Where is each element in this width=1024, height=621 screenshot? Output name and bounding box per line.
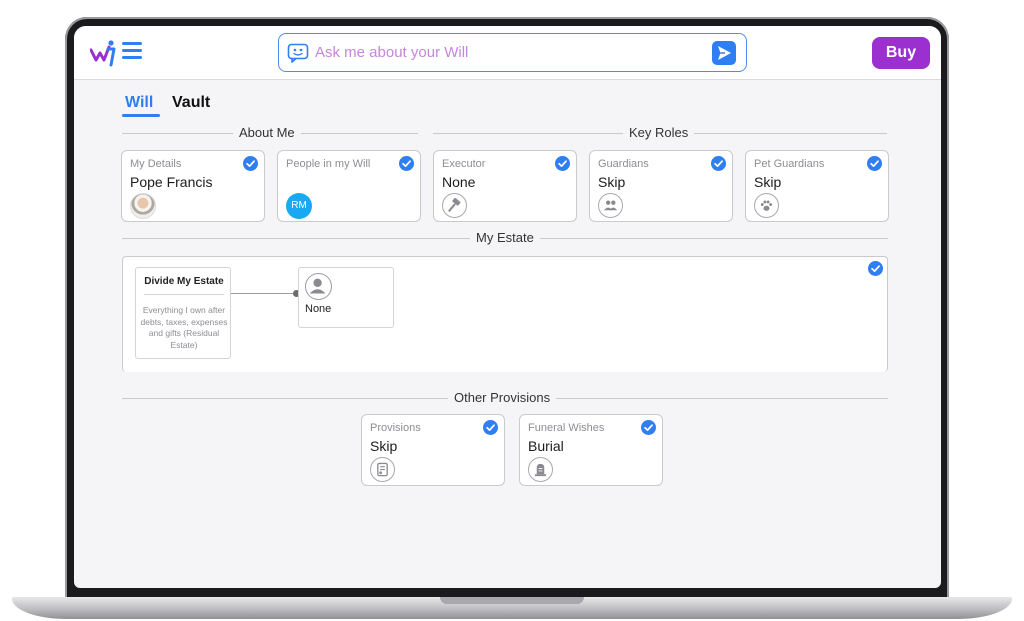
profile-photo-avatar (130, 193, 156, 219)
beneficiary-name: None (305, 303, 332, 315)
check-circle-icon (641, 420, 656, 435)
buy-button[interactable]: Buy (872, 37, 930, 69)
tombstone-icon (528, 457, 553, 482)
card-my-details[interactable]: My Details Pope Francis (121, 150, 265, 222)
card-value: Skip (754, 174, 782, 190)
chat-input[interactable] (315, 41, 705, 63)
tab-will[interactable]: Will (125, 94, 153, 112)
section-my-estate-label: My Estate (470, 230, 540, 245)
chatbot-icon (287, 43, 309, 63)
divide-estate-description: Everything I own after debts, taxes, exp… (140, 305, 228, 350)
top-bar: Buy (74, 26, 941, 80)
paw-icon (754, 193, 779, 218)
beneficiary-node[interactable]: None (298, 267, 394, 328)
section-key-roles-label: Key Roles (623, 125, 695, 140)
ai-chat-search (278, 33, 747, 72)
section-key-roles: Key Roles (433, 125, 887, 141)
check-circle-icon (483, 420, 498, 435)
card-title: Pet Guardians (754, 158, 825, 170)
person-initials-avatar: RM (286, 193, 312, 219)
card-guardians[interactable]: Guardians Skip (589, 150, 733, 222)
gavel-icon (442, 193, 467, 218)
card-pet-guardians[interactable]: Pet Guardians Skip (745, 150, 889, 222)
card-funeral-wishes[interactable]: Funeral Wishes Burial (519, 414, 663, 486)
card-title: My Details (130, 158, 182, 170)
card-title: Provisions (370, 422, 421, 434)
section-about-me-label: About Me (233, 125, 301, 140)
send-button[interactable] (712, 41, 736, 65)
divide-estate-title: Divide My Estate (144, 276, 224, 287)
laptop-mockup: Buy Will Vault About Me Key Roles My Det… (0, 0, 1024, 621)
divider (144, 294, 224, 295)
card-value: Burial (528, 438, 564, 454)
check-circle-icon (868, 261, 883, 276)
card-value: Skip (598, 174, 626, 190)
card-title: Guardians (598, 158, 649, 170)
document-icon (370, 457, 395, 482)
section-about-me: About Me (122, 125, 418, 141)
section-other-provisions: Other Provisions (122, 390, 888, 406)
card-value: Skip (370, 438, 398, 454)
card-value: Pope Francis (130, 174, 213, 190)
people-icon (598, 193, 623, 218)
card-title: Funeral Wishes (528, 422, 605, 434)
tab-vault[interactable]: Vault (172, 94, 210, 112)
person-icon (305, 273, 332, 300)
card-people-in-my-will[interactable]: People in my Will RM (277, 150, 421, 222)
section-my-estate: My Estate (122, 230, 888, 246)
card-provisions[interactable]: Provisions Skip (361, 414, 505, 486)
brand-logo-icon[interactable] (90, 38, 120, 68)
active-tab-indicator (122, 114, 160, 117)
section-other-provisions-label: Other Provisions (448, 390, 557, 405)
check-circle-icon (399, 156, 414, 171)
check-circle-icon (711, 156, 726, 171)
send-arrow-icon (718, 46, 731, 60)
check-circle-icon (867, 156, 882, 171)
check-circle-icon (243, 156, 258, 171)
card-title: Executor (442, 158, 486, 170)
estate-connector-line (231, 293, 297, 294)
app-screen: Buy Will Vault About Me Key Roles My Det… (74, 26, 941, 588)
card-value: None (442, 174, 476, 190)
hamburger-menu-icon[interactable] (122, 42, 142, 60)
card-title: People in my Will (286, 158, 371, 170)
divide-my-estate-node[interactable]: Divide My Estate Everything I own after … (135, 267, 231, 359)
check-circle-icon (555, 156, 570, 171)
laptop-base-notch (440, 597, 584, 604)
card-executor[interactable]: Executor None (433, 150, 577, 222)
estate-panel: Divide My Estate Everything I own after … (122, 256, 888, 372)
